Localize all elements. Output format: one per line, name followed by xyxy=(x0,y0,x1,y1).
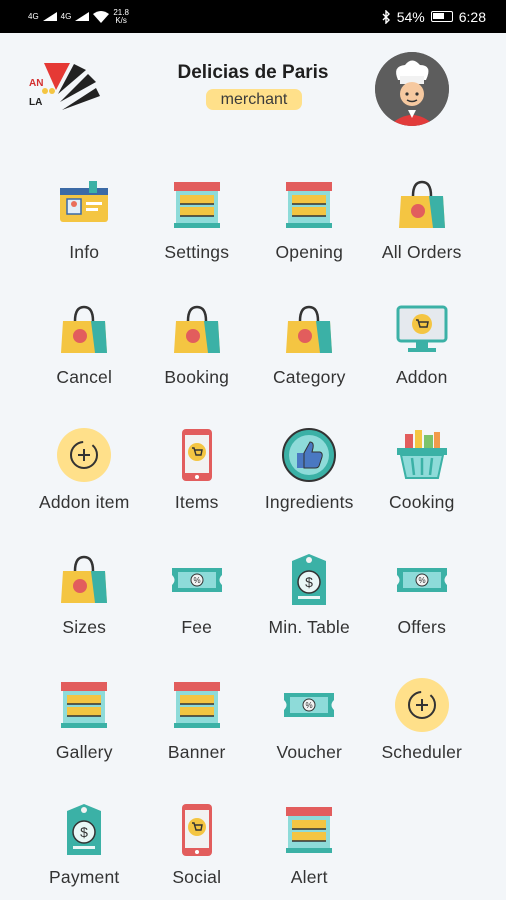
role-badge: merchant xyxy=(206,89,302,110)
svg-text:%: % xyxy=(306,701,313,710)
menu-item-category[interactable]: Category xyxy=(253,297,366,422)
header: AN LA Delicias de Paris merchant xyxy=(0,33,506,143)
company-logo: AN LA xyxy=(29,63,100,110)
menu-item-ingredients[interactable]: Ingredients xyxy=(253,422,366,547)
menu-item-settings[interactable]: Settings xyxy=(141,172,254,297)
menu-item-cooking[interactable]: Cooking xyxy=(366,422,479,547)
store-icon xyxy=(173,682,220,728)
status-bar: 4G 4G 21.8 K/s 54% 6:28 xyxy=(0,0,506,33)
store-icon xyxy=(61,682,108,728)
menu-item-booking[interactable]: Booking xyxy=(141,297,254,422)
menu-item-label: Opening xyxy=(275,242,344,262)
menu-item-fee[interactable]: % Fee xyxy=(141,547,254,672)
shopping-bag-icon xyxy=(173,305,220,353)
menu-item-label: Settings xyxy=(164,242,230,262)
menu-item-cancel[interactable]: Cancel xyxy=(28,297,141,422)
menu-item-label: Booking xyxy=(164,367,230,387)
menu-item-label: Voucher xyxy=(276,742,343,762)
wifi-icon xyxy=(93,10,110,23)
phone-cart-icon xyxy=(181,804,212,856)
add-circle-icon xyxy=(57,428,112,482)
add-circle-icon xyxy=(394,678,449,732)
menu-item-label: Fee xyxy=(181,617,213,637)
menu-item-opening[interactable]: Opening xyxy=(253,172,366,297)
logo-text-2: LA xyxy=(29,97,42,108)
menu-item-banner[interactable]: Banner xyxy=(141,672,254,797)
menu-item-sizes[interactable]: Sizes xyxy=(28,547,141,672)
menu-item-label: Cooking xyxy=(388,492,455,512)
coupon-icon: % xyxy=(284,693,335,717)
net-speed: 21.8 K/s xyxy=(113,8,129,25)
menu-item-min-table[interactable]: $ Min. Table xyxy=(253,547,366,672)
menu-item-label: Addon item xyxy=(38,492,130,512)
svg-text:%: % xyxy=(193,576,200,585)
shop-name: Delicias de Paris xyxy=(177,62,329,83)
menu-item-label: Info xyxy=(69,242,100,262)
menu-item-info[interactable]: Info xyxy=(28,172,141,297)
menu-item-addon-item[interactable]: Addon item xyxy=(28,422,141,547)
status-right: 54% 6:28 xyxy=(382,9,486,25)
basket-icon xyxy=(396,430,447,479)
menu-grid: Info Settings Opening All Orders Cancel Booki… xyxy=(28,172,478,900)
menu-item-gallery[interactable]: Gallery xyxy=(28,672,141,797)
menu-item-label: Offers xyxy=(397,617,447,637)
menu-item-label: Gallery xyxy=(55,742,113,762)
menu-item-label: Payment xyxy=(49,867,120,887)
menu-item-addon[interactable]: Addon xyxy=(366,297,479,422)
battery-icon xyxy=(430,11,453,22)
signal-label-1: 4G xyxy=(28,12,39,21)
id-card-icon xyxy=(60,181,109,222)
menu-item-label: Addon xyxy=(395,367,448,387)
signal-icon xyxy=(75,12,90,21)
thumbs-up-icon xyxy=(282,428,337,482)
menu-item-all-orders[interactable]: All Orders xyxy=(366,172,479,297)
svg-text:%: % xyxy=(418,576,425,585)
menu-item-label: Cancel xyxy=(56,367,113,387)
store-icon xyxy=(286,182,333,228)
shopping-bag-icon xyxy=(398,180,445,228)
coupon-icon: % xyxy=(171,568,222,592)
svg-text:$: $ xyxy=(80,824,88,840)
menu-item-items[interactable]: Items xyxy=(141,422,254,547)
status-left: 4G 4G 21.8 K/s xyxy=(28,8,129,25)
net-speed-unit: K/s xyxy=(115,15,127,25)
battery-percent: 54% xyxy=(396,8,425,25)
store-icon xyxy=(173,182,220,228)
menu-item-label: Items xyxy=(174,492,219,512)
shopping-bag-icon xyxy=(61,305,108,353)
monitor-cart-icon xyxy=(396,305,448,352)
shopping-bag-icon xyxy=(286,305,333,353)
bluetooth-icon xyxy=(382,9,390,24)
menu-item-label: Social xyxy=(172,867,222,887)
money-tag-icon: $ xyxy=(67,804,102,855)
menu-item-label: Sizes xyxy=(62,617,107,637)
menu-item-social[interactable]: Social xyxy=(141,797,254,900)
phone-cart-icon xyxy=(181,429,212,481)
coupon-icon: % xyxy=(396,568,447,592)
shopping-bag-icon xyxy=(61,555,108,603)
menu-item-label: Min. Table xyxy=(268,617,350,637)
menu-item-label: Category xyxy=(272,367,346,387)
signal-icon xyxy=(42,12,57,21)
menu-item-payment[interactable]: $ Payment xyxy=(28,797,141,900)
money-tag-icon: $ xyxy=(292,554,327,605)
menu-item-label: Alert xyxy=(290,867,328,887)
logo-text-1: AN xyxy=(29,78,43,89)
menu-item-label: Scheduler xyxy=(381,742,463,762)
menu-item-voucher[interactable]: % Voucher xyxy=(253,672,366,797)
menu-item-label: Banner xyxy=(167,742,226,762)
menu-item-label: Ingredients xyxy=(264,492,354,512)
chef-avatar[interactable] xyxy=(375,52,449,126)
menu-item-scheduler[interactable]: Scheduler xyxy=(366,672,479,797)
store-icon xyxy=(286,807,333,853)
clock: 6:28 xyxy=(458,8,486,25)
signal-label-2: 4G xyxy=(60,12,72,21)
menu-item-label: All Orders xyxy=(381,242,462,262)
chef-icon xyxy=(375,52,449,126)
menu-item-offers[interactable]: % Offers xyxy=(366,547,479,672)
svg-text:$: $ xyxy=(305,574,313,590)
menu-item-alert[interactable]: Alert xyxy=(253,797,366,900)
